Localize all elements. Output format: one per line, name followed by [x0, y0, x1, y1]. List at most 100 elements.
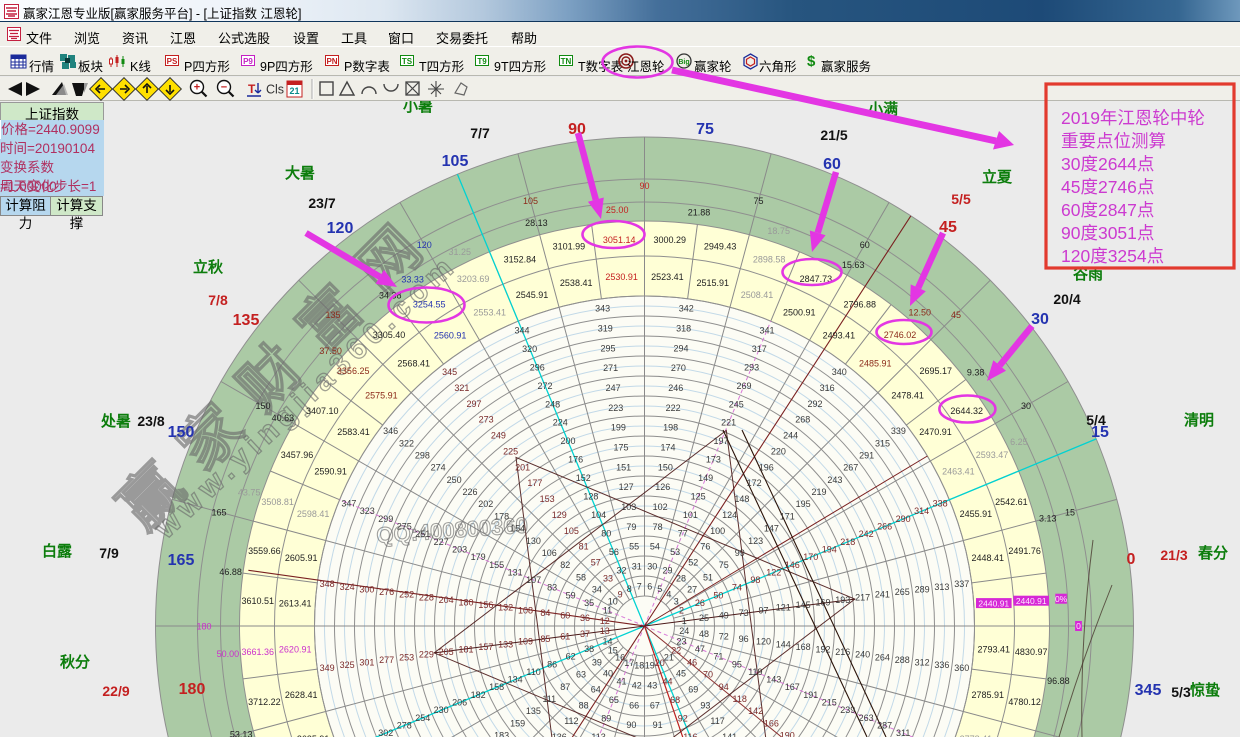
svg-text:338: 338 — [933, 499, 948, 509]
svg-text:28.13: 28.13 — [525, 218, 548, 228]
svg-text:12: 12 — [600, 616, 610, 626]
svg-text:320: 320 — [522, 344, 537, 354]
svg-text:135: 135 — [233, 312, 260, 329]
svg-text:2485.91: 2485.91 — [859, 358, 892, 368]
svg-text:2793.41: 2793.41 — [978, 644, 1011, 654]
svg-text:291: 291 — [859, 451, 874, 461]
svg-text:109: 109 — [518, 637, 533, 647]
svg-text:2: 2 — [679, 606, 684, 616]
svg-text:26: 26 — [695, 598, 705, 608]
svg-text:2553.41: 2553.41 — [473, 308, 506, 318]
svg-text:22/9: 22/9 — [102, 683, 129, 699]
svg-text:17: 17 — [624, 658, 634, 668]
svg-text:343: 343 — [595, 304, 610, 314]
svg-text:196: 196 — [759, 462, 774, 472]
svg-text:182: 182 — [471, 690, 486, 700]
svg-text:251: 251 — [415, 529, 430, 539]
svg-text:25: 25 — [699, 613, 709, 623]
svg-text:125: 125 — [691, 492, 706, 502]
svg-text:302: 302 — [378, 728, 393, 737]
svg-text:37: 37 — [580, 629, 590, 639]
svg-text:312: 312 — [915, 658, 930, 668]
svg-text:128: 128 — [583, 492, 598, 502]
svg-text:224: 224 — [553, 418, 568, 428]
svg-text:2796.88: 2796.88 — [844, 299, 877, 309]
svg-text:2620.91: 2620.91 — [279, 644, 312, 654]
svg-text:20/4: 20/4 — [1053, 291, 1080, 307]
svg-text:60: 60 — [823, 156, 841, 173]
svg-text:66: 66 — [629, 700, 639, 710]
svg-text:99: 99 — [735, 548, 745, 558]
svg-text:71: 71 — [713, 652, 723, 662]
svg-text:55: 55 — [629, 542, 639, 552]
svg-text:2455.91: 2455.91 — [960, 509, 993, 519]
svg-text:59: 59 — [566, 590, 576, 600]
svg-text:68: 68 — [670, 695, 680, 705]
svg-text:246: 246 — [668, 383, 683, 393]
svg-text:178: 178 — [494, 511, 509, 521]
svg-text:5: 5 — [657, 584, 662, 594]
svg-text:60: 60 — [560, 611, 570, 621]
svg-text:2785.91: 2785.91 — [972, 690, 1005, 700]
svg-text:36: 36 — [580, 613, 590, 623]
svg-text:247: 247 — [606, 383, 621, 393]
svg-text:77: 77 — [678, 529, 688, 539]
svg-text:201: 201 — [515, 462, 530, 472]
svg-text:276: 276 — [379, 587, 394, 597]
svg-text:322: 322 — [399, 438, 414, 448]
svg-text:132: 132 — [498, 603, 513, 613]
svg-text:300: 300 — [359, 585, 374, 595]
svg-text:96: 96 — [739, 634, 749, 644]
svg-text:42: 42 — [632, 681, 642, 691]
svg-text:82: 82 — [560, 560, 570, 570]
svg-text:129: 129 — [552, 510, 567, 520]
svg-text:73: 73 — [739, 608, 749, 618]
svg-text:200: 200 — [560, 436, 575, 446]
svg-text:156: 156 — [478, 600, 493, 610]
svg-text:89: 89 — [601, 713, 611, 723]
svg-text:264: 264 — [875, 652, 890, 662]
svg-text:43.75: 43.75 — [238, 487, 261, 497]
svg-text:91: 91 — [653, 720, 663, 730]
svg-text:11: 11 — [603, 606, 612, 616]
svg-text:203: 203 — [452, 545, 467, 555]
svg-text:13: 13 — [600, 626, 610, 636]
svg-text:104: 104 — [591, 510, 606, 520]
svg-text:2593.47: 2593.47 — [976, 450, 1009, 460]
svg-text:130: 130 — [526, 536, 541, 546]
svg-text:193: 193 — [835, 595, 850, 605]
svg-text:274: 274 — [431, 463, 446, 473]
svg-text:226: 226 — [462, 487, 477, 497]
svg-text:227: 227 — [434, 537, 449, 547]
svg-text:191: 191 — [803, 690, 818, 700]
svg-text:181: 181 — [458, 645, 473, 655]
svg-text:146: 146 — [785, 560, 800, 570]
svg-text:2493.41: 2493.41 — [823, 331, 856, 341]
svg-text:21/3: 21/3 — [1160, 547, 1187, 563]
svg-text:大暑: 大暑 — [285, 164, 315, 182]
svg-text:228: 228 — [419, 592, 434, 602]
svg-text:341: 341 — [759, 325, 774, 335]
svg-text:225: 225 — [503, 447, 518, 457]
svg-text:172: 172 — [747, 478, 762, 488]
svg-text:5/5: 5/5 — [951, 191, 971, 207]
svg-text:4: 4 — [666, 589, 671, 599]
svg-text:345: 345 — [442, 367, 457, 377]
svg-text:155: 155 — [489, 560, 504, 570]
svg-text:217: 217 — [855, 592, 870, 602]
svg-text:248: 248 — [545, 399, 560, 409]
svg-text:85: 85 — [540, 634, 550, 644]
svg-text:124: 124 — [722, 510, 737, 520]
svg-text:110: 110 — [526, 667, 540, 677]
svg-text:32: 32 — [616, 566, 626, 576]
svg-text:131: 131 — [508, 567, 523, 577]
svg-text:197: 197 — [713, 436, 728, 446]
svg-text:347: 347 — [341, 499, 356, 509]
svg-text:19: 19 — [645, 661, 655, 671]
svg-text:199: 199 — [611, 423, 626, 433]
svg-text:63: 63 — [576, 670, 586, 680]
svg-text:5/3: 5/3 — [1171, 684, 1191, 700]
svg-text:15: 15 — [1091, 424, 1109, 441]
svg-text:清明: 清明 — [1184, 411, 1214, 429]
svg-text:153: 153 — [540, 494, 555, 504]
